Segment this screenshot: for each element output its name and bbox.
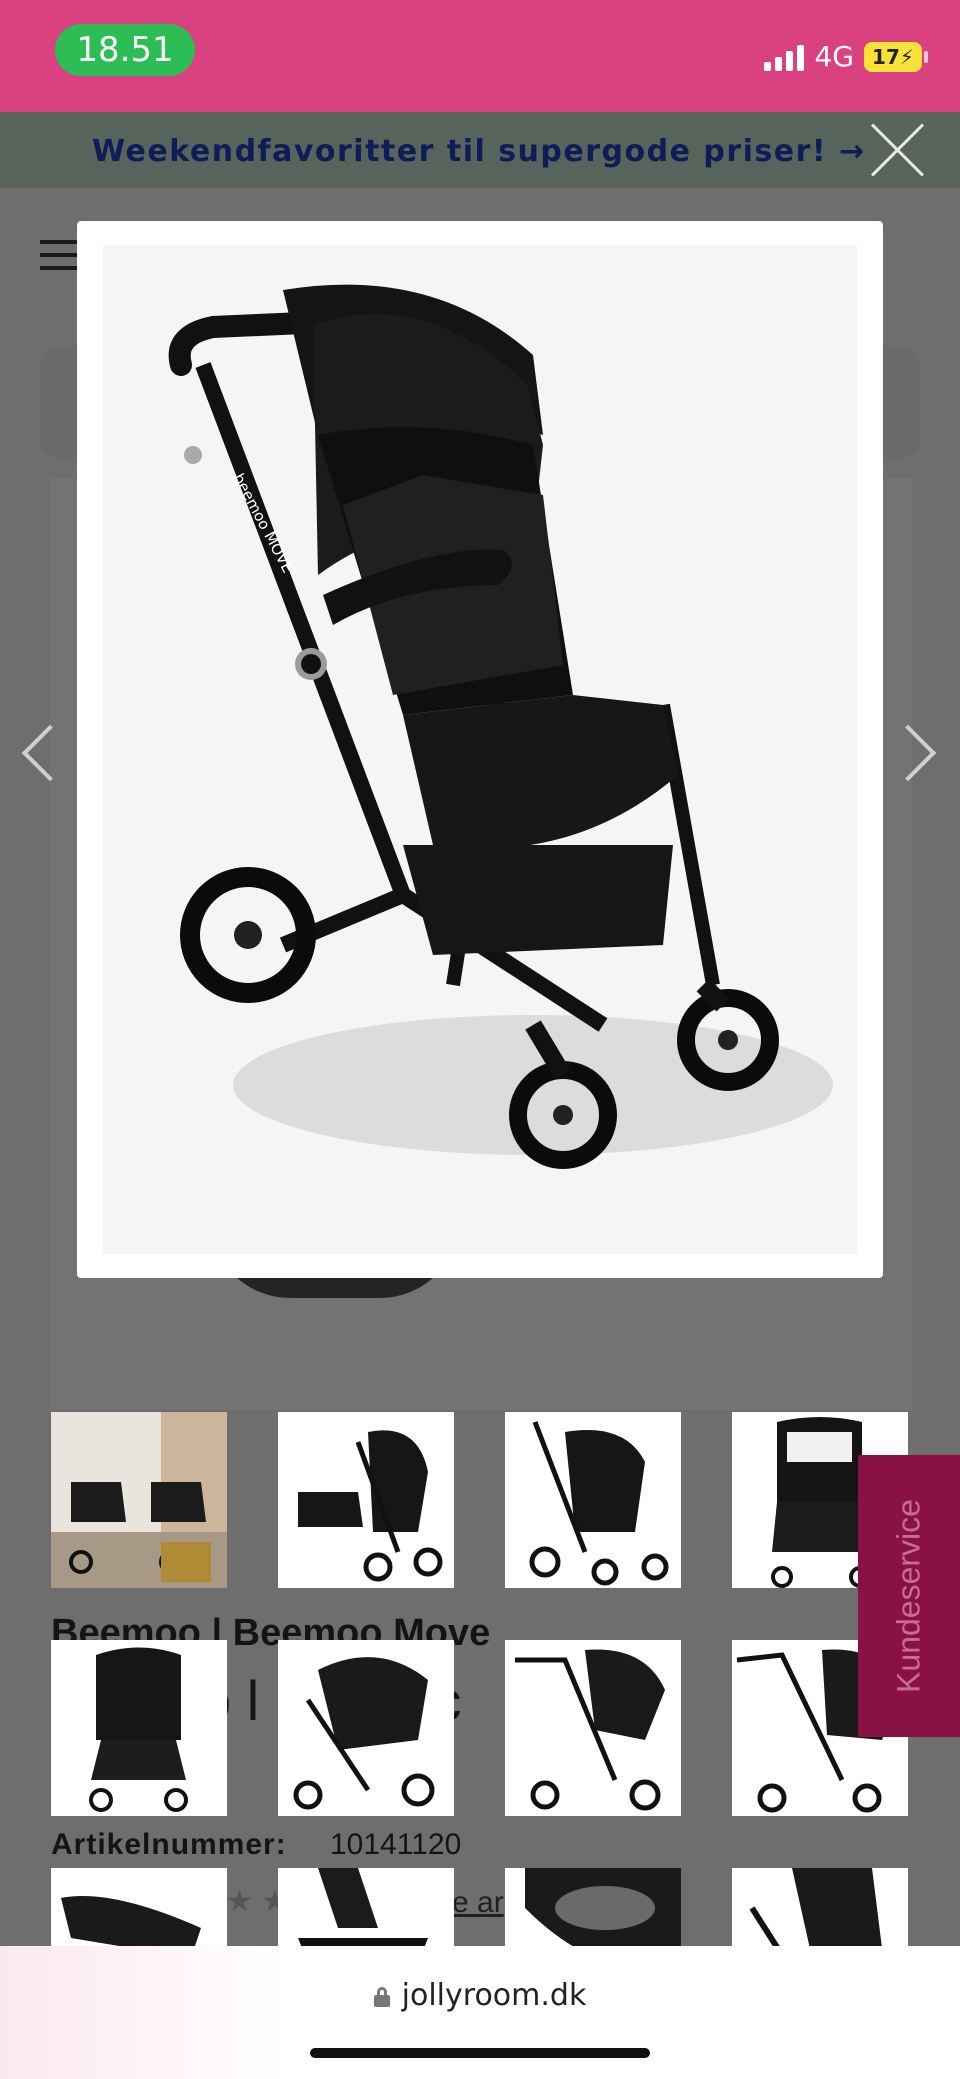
thumbnail-image (51, 1412, 227, 1588)
battery-icon: 17⚡ (864, 41, 928, 72)
thumbnail-image (278, 1412, 454, 1588)
network-type: 4G (814, 40, 854, 73)
status-time: 18.51 (55, 24, 195, 76)
close-icon[interactable] (860, 112, 936, 188)
home-indicator[interactable] (310, 2048, 650, 2058)
promo-banner[interactable]: Weekendfavoritter til supergode priser! … (0, 112, 960, 188)
thumb-stroller-carrycot[interactable] (278, 1412, 454, 1588)
thumbnail-image (505, 1412, 681, 1588)
thumb-stroller-front[interactable] (505, 1412, 681, 1588)
battery-level: 17 (872, 44, 900, 69)
url-text: jollyroom.dk (401, 1978, 587, 2013)
signal-icon (764, 43, 805, 71)
thumbnail-image (505, 1640, 681, 1816)
status-indicators: 4G 17⚡ (764, 40, 928, 73)
lightbox-product-image: beemoo MOVE (103, 245, 857, 1254)
thumbnail-image (278, 1640, 454, 1816)
url-field[interactable]: jollyroom.dk (0, 1978, 960, 2013)
promo-text[interactable]: Weekendfavoritter til supergode priser! … (92, 134, 866, 169)
thumb-stroller-side-a[interactable] (278, 1640, 454, 1816)
thumb-seat-front[interactable] (51, 1640, 227, 1816)
stroller-image: beemoo MOVE (103, 245, 857, 1254)
kundeservice-tab[interactable]: Kundeservice (858, 1455, 960, 1737)
status-bar: 18.51 4G 17⚡ (0, 0, 960, 112)
menu-icon[interactable] (40, 240, 80, 272)
browser-address-bar[interactable]: jollyroom.dk (0, 1946, 960, 2079)
thumbnail-image (51, 1640, 227, 1816)
lock-icon (373, 1987, 390, 2007)
thumb-stroller-side-b[interactable] (505, 1640, 681, 1816)
image-lightbox: beemoo MOVE (77, 221, 883, 1278)
thumb-interior[interactable] (51, 1412, 227, 1588)
kundeservice-label: Kundeservice (890, 1499, 927, 1693)
